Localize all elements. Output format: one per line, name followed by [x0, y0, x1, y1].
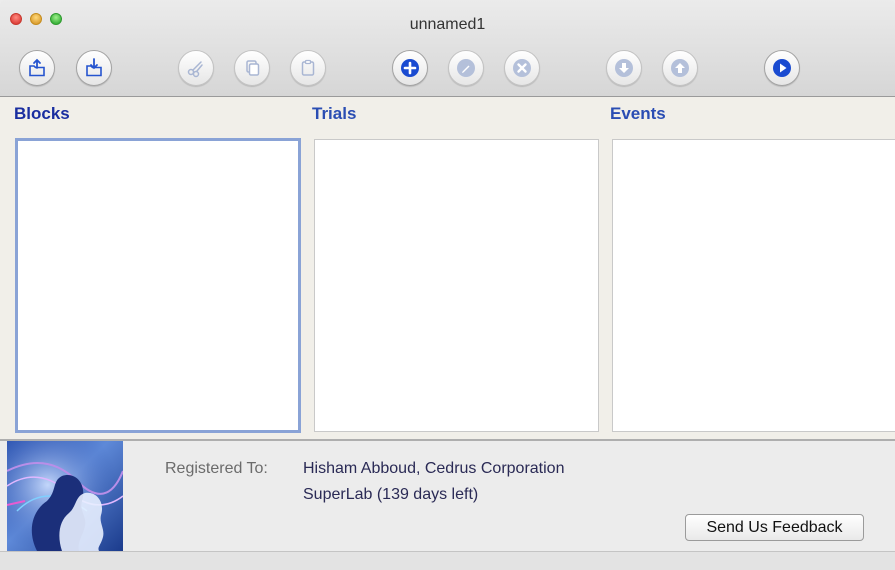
move-up-button[interactable]	[662, 50, 698, 86]
delete-button[interactable]	[504, 50, 540, 86]
trials-title: Trials	[312, 104, 357, 123]
app-window: unnamed1 Blocks Trials Events Registered…	[0, 0, 895, 570]
title-toolbar: unnamed1	[0, 0, 895, 97]
edit-button[interactable]	[448, 50, 484, 86]
registration-panel: Registered To: Hisham Abboud, Cedrus Cor…	[0, 441, 895, 551]
send-feedback-button[interactable]: Send Us Feedback	[685, 514, 864, 541]
cut-button[interactable]	[178, 50, 214, 86]
run-icon	[773, 59, 791, 77]
registered-name: Hisham Abboud, Cedrus Corporation	[303, 460, 565, 477]
move-down-button[interactable]	[606, 50, 642, 86]
copy-icon	[246, 60, 260, 76]
registered-to-label: Registered To:	[165, 460, 268, 477]
window-title: unnamed1	[409, 16, 486, 33]
save-icon	[86, 58, 102, 77]
blocks-title: Blocks	[14, 104, 70, 123]
save-button[interactable]	[76, 50, 112, 86]
paste-button[interactable]	[290, 50, 326, 86]
blocks-list[interactable]	[15, 138, 301, 433]
delete-icon	[513, 59, 531, 77]
add-button[interactable]	[392, 50, 428, 86]
open-button[interactable]	[19, 50, 55, 86]
move-up-icon	[671, 59, 689, 77]
move-down-icon	[615, 59, 633, 77]
cut-icon	[187, 61, 203, 78]
product-license: SuperLab (139 days left)	[303, 486, 479, 503]
lists-area: Blocks Trials Events	[0, 97, 895, 440]
run-button[interactable]	[764, 50, 800, 86]
superlab-logo	[7, 441, 123, 551]
events-title: Events	[610, 104, 666, 123]
copy-button[interactable]	[234, 50, 270, 86]
trials-list[interactable]	[314, 139, 599, 432]
paste-icon	[301, 59, 315, 76]
events-list[interactable]	[612, 139, 895, 432]
edit-icon	[457, 59, 475, 77]
status-bar	[0, 551, 895, 570]
add-icon	[401, 59, 419, 77]
open-icon	[29, 58, 45, 77]
